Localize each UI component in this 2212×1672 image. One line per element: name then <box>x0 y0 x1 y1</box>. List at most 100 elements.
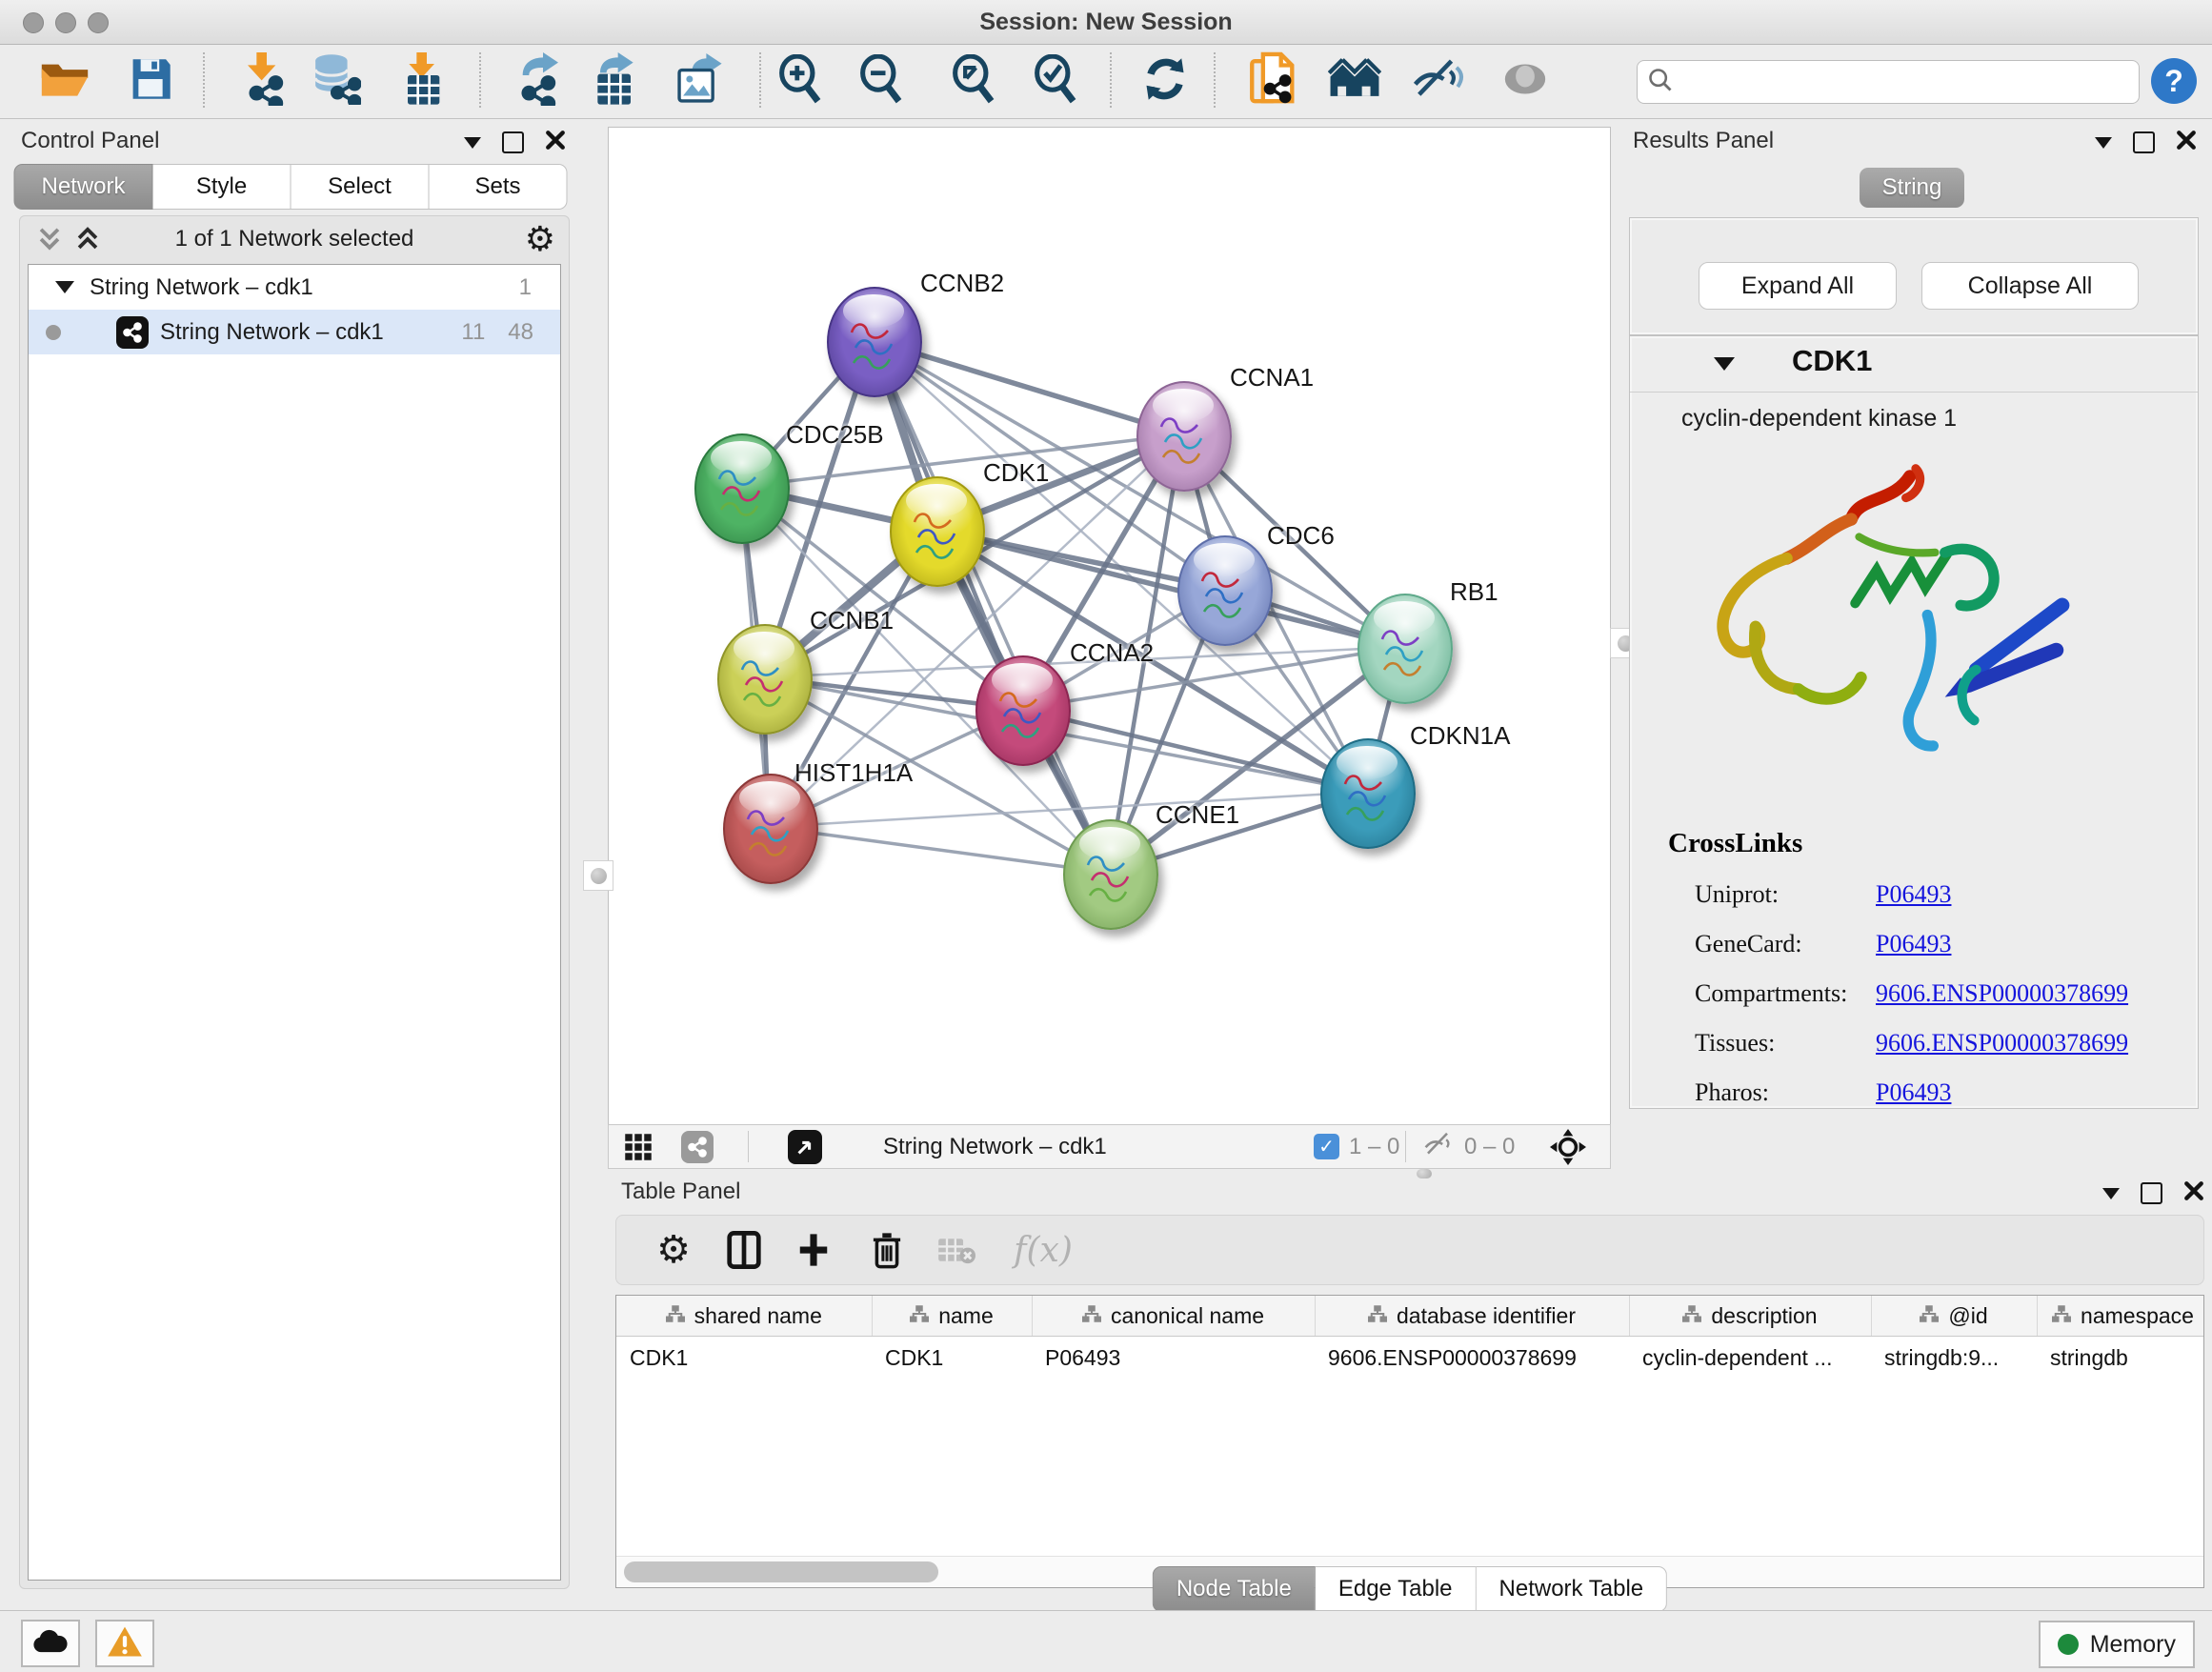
hidden-eye-icon[interactable] <box>1424 1132 1455 1161</box>
crosslink-link[interactable]: P06493 <box>1876 1078 1951 1107</box>
refresh-view-button[interactable] <box>1136 51 1195 111</box>
scrollbar-thumb[interactable] <box>624 1561 938 1582</box>
crosslink-link[interactable]: P06493 <box>1876 880 1951 909</box>
import-table-file-button[interactable] <box>393 51 452 111</box>
table-cell[interactable]: CDK1 <box>872 1337 1032 1380</box>
close-panel-icon[interactable] <box>2183 1180 2204 1206</box>
collapse-all-button[interactable]: Collapse All <box>1921 262 2139 310</box>
column-header-description[interactable]: description <box>1629 1296 1871 1337</box>
help-button[interactable]: ? <box>2151 58 2197 104</box>
network-node-CCNB2[interactable] <box>827 287 922 397</box>
tab-sets[interactable]: Sets <box>430 164 568 210</box>
column-header-id[interactable]: @id <box>1871 1296 2037 1337</box>
column-header-namespace[interactable]: namespace <box>2037 1296 2204 1337</box>
zoom-selected-button[interactable] <box>1027 51 1086 111</box>
column-header-name[interactable]: name <box>872 1296 1032 1337</box>
float-panel-icon[interactable] <box>2095 137 2112 149</box>
tab-network-table[interactable]: Network Table <box>1477 1566 1668 1612</box>
table-settings-gear-icon[interactable]: ⚙ <box>653 1229 694 1271</box>
birdseye-view-icon[interactable] <box>788 1125 822 1168</box>
table-cell[interactable]: cyclin-dependent ... <box>1629 1337 1871 1380</box>
import-network-file-button[interactable] <box>233 51 292 111</box>
close-panel-icon[interactable] <box>545 130 566 155</box>
main-toolbar: ? <box>0 45 2212 119</box>
open-session-button[interactable] <box>35 51 94 111</box>
network-node-CDC6[interactable] <box>1177 535 1273 646</box>
tab-edge-table[interactable]: Edge Table <box>1316 1566 1477 1612</box>
fit-content-button[interactable] <box>945 51 1004 111</box>
crosslink-link[interactable]: P06493 <box>1876 930 1951 958</box>
duplicate-network-button[interactable] <box>1243 51 1302 111</box>
network-node-CDKN1A[interactable] <box>1320 738 1416 849</box>
table-cell[interactable]: P06493 <box>1032 1337 1315 1380</box>
zoom-in-button[interactable] <box>772 51 831 111</box>
table-cell[interactable]: stringdb <box>2037 1337 2204 1380</box>
tab-select[interactable]: Select <box>292 164 430 210</box>
maximize-panel-icon[interactable] <box>2141 1182 2162 1204</box>
column-header-database-identifier[interactable]: database identifier <box>1315 1296 1629 1337</box>
save-session-button[interactable] <box>121 51 180 111</box>
network-node-label: CCNA2 <box>1070 638 1154 668</box>
create-column-plus-icon[interactable] <box>793 1229 835 1271</box>
network-view-string-icon[interactable] <box>681 1125 714 1168</box>
hide-selected-button[interactable] <box>1409 51 1468 111</box>
column-header-canonical-name[interactable]: canonical name <box>1032 1296 1315 1337</box>
show-all-button[interactable] <box>1325 51 1384 111</box>
show-columns-icon[interactable] <box>723 1229 765 1271</box>
network-row[interactable]: String Network – cdk1 11 48 <box>29 310 560 354</box>
export-image-button[interactable] <box>672 51 731 111</box>
column-header-shared-name[interactable]: shared name <box>616 1296 872 1337</box>
warning-button[interactable] <box>95 1620 154 1667</box>
search-input[interactable] <box>1674 68 2129 96</box>
network-node-CDC25B[interactable] <box>694 433 790 544</box>
selected-checkbox-icon[interactable]: ✓ <box>1314 1134 1339 1159</box>
network-node-CDK1[interactable] <box>890 476 985 587</box>
network-node-RB1[interactable] <box>1357 594 1453 704</box>
float-panel-icon[interactable] <box>464 137 481 149</box>
table-cell[interactable]: CDK1 <box>616 1337 872 1380</box>
expand-all-button[interactable]: Expand All <box>1699 262 1897 310</box>
import-network-database-button[interactable] <box>307 51 366 111</box>
network-collection-row[interactable]: String Network – cdk1 1 <box>29 265 560 310</box>
tab-style[interactable]: Style <box>153 164 292 210</box>
tab-node-table[interactable]: Node Table <box>1153 1566 1316 1612</box>
float-panel-icon[interactable] <box>2102 1188 2120 1199</box>
maximize-panel-icon[interactable] <box>502 131 524 153</box>
network-node-CCNA1[interactable] <box>1136 381 1232 492</box>
network-node-CCNB1[interactable] <box>717 624 813 735</box>
network-node-HIST1H1A[interactable] <box>723 774 818 884</box>
close-panel-icon[interactable] <box>2176 130 2197 155</box>
network-edge[interactable] <box>769 827 1109 873</box>
tab-string[interactable]: String <box>1860 168 1964 208</box>
zoom-window-button[interactable] <box>88 12 109 33</box>
maximize-panel-icon[interactable] <box>2133 131 2155 153</box>
grid-view-icon[interactable] <box>624 1125 653 1168</box>
export-network-button[interactable] <box>510 51 569 111</box>
delete-column-trash-icon[interactable] <box>866 1229 908 1271</box>
cloud-button[interactable] <box>21 1620 80 1667</box>
export-table-button[interactable] <box>586 51 645 111</box>
table-row[interactable]: CDK1CDK1P064939606.ENSP00000378699cyclin… <box>616 1337 2204 1380</box>
tab-network[interactable]: Network <box>14 164 153 210</box>
crosslink-link[interactable]: 9606.ENSP00000378699 <box>1876 979 2128 1008</box>
close-window-button[interactable] <box>23 12 44 33</box>
zoom-out-button[interactable] <box>853 51 912 111</box>
collection-expand-caret[interactable] <box>55 281 74 293</box>
table-panel-title: Table Panel <box>621 1178 740 1205</box>
minimize-window-button[interactable] <box>55 12 76 33</box>
pan-crosshair-icon[interactable] <box>1550 1125 1586 1168</box>
table-cell[interactable]: stringdb:9... <box>1871 1337 2037 1380</box>
memory-button[interactable]: Memory <box>2039 1621 2195 1668</box>
crosslink-link[interactable]: 9606.ENSP00000378699 <box>1876 1029 2128 1058</box>
table-cell[interactable]: 9606.ENSP00000378699 <box>1315 1337 1629 1380</box>
graphics-details-button[interactable] <box>1496 51 1555 111</box>
gene-card-header[interactable]: CDK1 <box>1630 336 2198 393</box>
gene-collapse-caret[interactable] <box>1714 357 1735 371</box>
left-splitter-handle[interactable] <box>583 860 613 891</box>
network-edge[interactable] <box>1021 709 1366 792</box>
network-node-CCNA2[interactable] <box>975 655 1071 766</box>
network-node-CCNE1[interactable] <box>1063 819 1158 930</box>
network-edge[interactable] <box>873 340 1109 873</box>
network-options-gear-icon[interactable]: ⚙ <box>525 218 555 260</box>
network-canvas[interactable]: CCNB2CCNA1CDC25BCDK1CDC6RB1CCNB1CCNA2CDK… <box>608 127 1611 1125</box>
